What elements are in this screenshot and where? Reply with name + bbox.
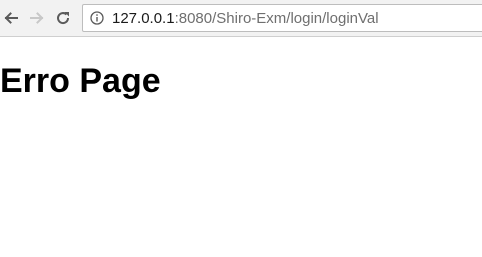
info-icon[interactable] bbox=[90, 11, 104, 25]
url-path: :8080/Shiro-Exm/login/loginVal bbox=[174, 9, 379, 27]
reload-button[interactable] bbox=[52, 7, 74, 29]
back-arrow-icon bbox=[4, 12, 18, 24]
address-bar[interactable]: 127.0.0.1:8080/Shiro-Exm/login/loginVal bbox=[82, 4, 482, 32]
back-button[interactable] bbox=[0, 7, 22, 29]
url-host: 127.0.0.1 bbox=[112, 9, 175, 27]
url-text[interactable]: 127.0.0.1:8080/Shiro-Exm/login/loginVal bbox=[112, 10, 379, 27]
forward-arrow-icon bbox=[30, 12, 44, 24]
browser-toolbar: 127.0.0.1:8080/Shiro-Exm/login/loginVal bbox=[0, 0, 482, 37]
forward-button[interactable] bbox=[26, 7, 48, 29]
reload-icon bbox=[57, 12, 70, 25]
page-content: Erro Page bbox=[0, 38, 482, 257]
page-heading: Erro Page bbox=[0, 62, 161, 100]
